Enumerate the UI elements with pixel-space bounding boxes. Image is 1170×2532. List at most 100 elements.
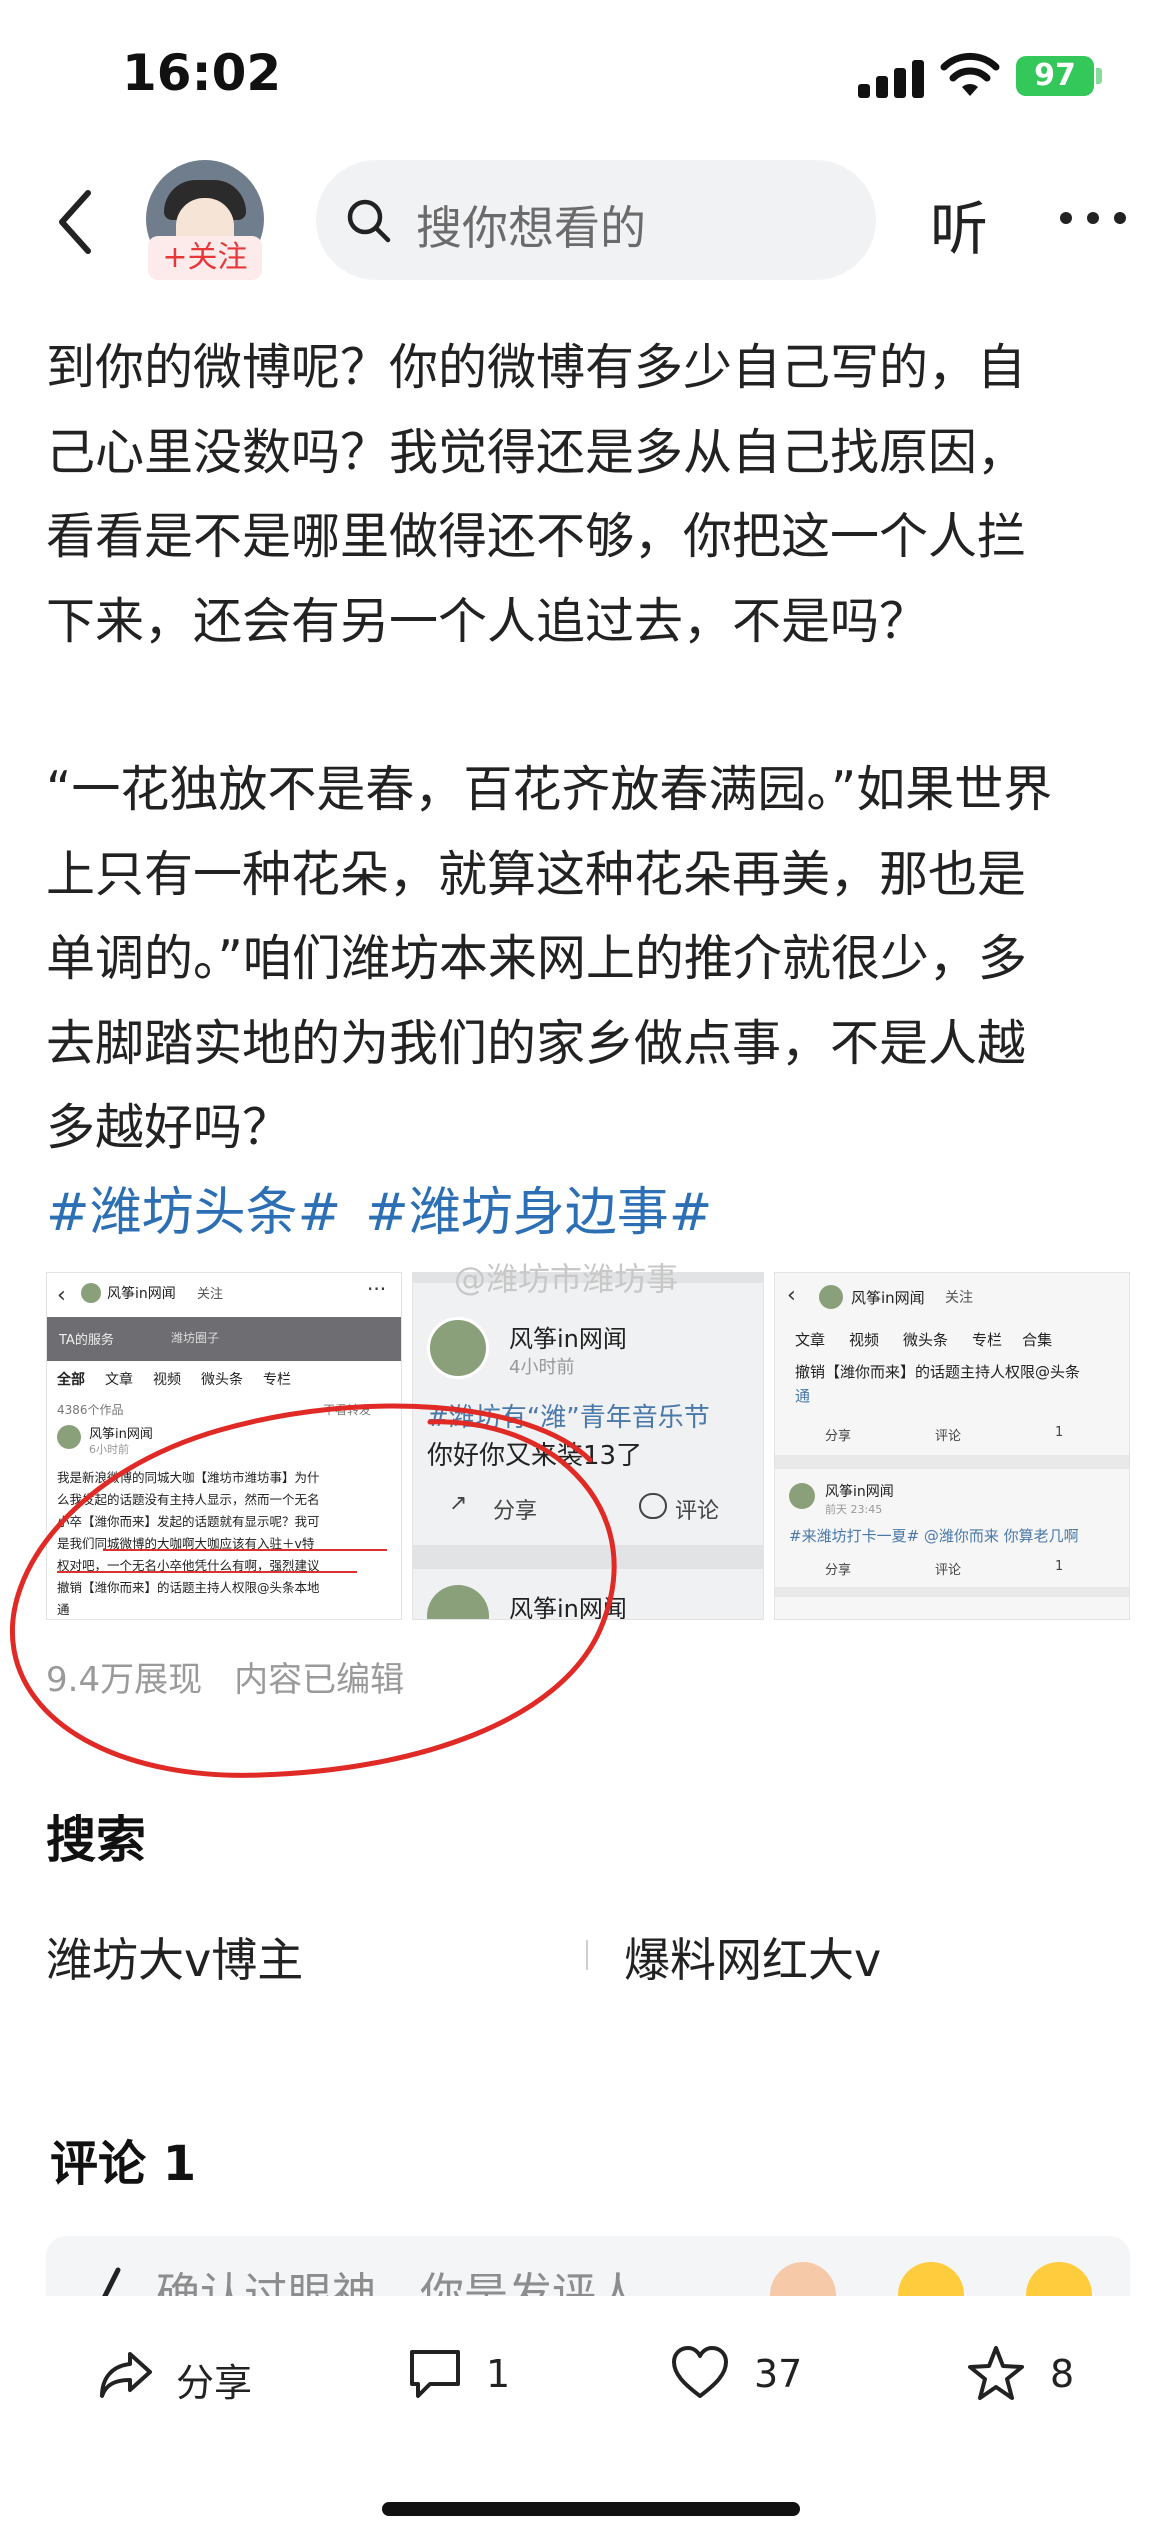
weibo-watermark: @潍坊市潍坊事 bbox=[454, 1260, 679, 1298]
attached-image-1[interactable]: ‹ 风筝in网闻 关注 ··· TA的服务 潍坊圈子 全部 文章 视频 微头条 专栏 4… bbox=[46, 1272, 402, 1620]
comment-button[interactable]: 1 bbox=[406, 2340, 536, 2410]
img3-time2: 前天 23:45 bbox=[825, 1503, 883, 1516]
search-section-title: 搜索 bbox=[46, 1811, 146, 1869]
comment-icon bbox=[410, 2350, 460, 2398]
img1-post-line: 我是新浪微博的同城大咖【潍坊市潍坊事】为什 bbox=[57, 1470, 320, 1485]
img3-share2: 分享 bbox=[825, 1563, 852, 1578]
like-button[interactable]: 37 bbox=[670, 2340, 830, 2410]
img3-share: 分享 bbox=[825, 1429, 852, 1444]
img2-comment: 评论 bbox=[675, 1499, 720, 1524]
img3-likes: 1 bbox=[1055, 1425, 1064, 1440]
thumbs-up-emoji-icon[interactable] bbox=[770, 2262, 836, 2296]
follow-button[interactable]: +关注 bbox=[148, 236, 262, 280]
paragraph-2: “一花独放不是春，百花齐放春满园。”如果世界 上只有一种花朵，就算这种花朵再美，… bbox=[46, 748, 1136, 1171]
wifi-icon bbox=[940, 52, 1000, 96]
img1-post-line: 通 bbox=[57, 1602, 70, 1617]
hashtag-link[interactable]: #潍坊身边事# bbox=[365, 1183, 712, 1243]
attached-image-3[interactable]: ‹ 风筝in网闻 关注 文章 视频 微头条 专栏 合集 撤销【潍你而来】的话题主持人权限… bbox=[774, 1272, 1130, 1620]
edited-label: 内容已编辑 bbox=[234, 1660, 405, 1700]
img1-post-line: 撤销【潍你而来】的话题主持人权限@头条本地 bbox=[57, 1580, 320, 1595]
text-line: 看看是不是哪里做得还不够，你把这一个人拦 bbox=[46, 508, 1027, 565]
img1-service: TA的服务 bbox=[59, 1333, 114, 1348]
search-input[interactable]: 搜你想看的 bbox=[316, 160, 876, 280]
img1-post-line: 权对吧，一个无名小卒他凭什么有啊，强烈建议 bbox=[57, 1558, 320, 1573]
comment-count: 1 bbox=[486, 2352, 511, 2396]
search-suggestion[interactable]: 爆料网红大v bbox=[624, 1924, 881, 1990]
bottom-action-bar: 分享 1 37 8 bbox=[0, 2296, 1170, 2532]
img1-post-author: 风筝in网闻 bbox=[89, 1427, 153, 1442]
img3-comment: 评论 bbox=[935, 1429, 962, 1444]
img1-post-line: 么我发起的话题没有主持人显示，然而一个无名 bbox=[57, 1492, 320, 1507]
img1-count: 4386个作品 bbox=[57, 1403, 124, 1417]
comment-placeholder: 确认过眼神，你是发评人 bbox=[156, 2269, 640, 2296]
img2-author2: 风筝in网闻 bbox=[509, 1595, 627, 1620]
favorite-count: 8 bbox=[1050, 2352, 1075, 2396]
back-arrow-icon[interactable] bbox=[50, 185, 100, 260]
img2-time: 4小时前 bbox=[509, 1357, 575, 1378]
post-stats: 9.4万展现 内容已编辑 bbox=[46, 1652, 436, 1701]
img2-share: 分享 bbox=[493, 1499, 538, 1524]
img2-title: #潍坊有“潍”青年音乐节 bbox=[427, 1403, 710, 1433]
share-label: 分享 bbox=[176, 2361, 253, 2405]
divider bbox=[586, 1940, 588, 1970]
text-line: 到你的微博呢？你的微博有多少自己写的，自 bbox=[46, 339, 1027, 396]
text-line: “一花独放不是春，百花齐放春满园。”如果世界 bbox=[46, 761, 1053, 818]
comments-title: 评论 1 bbox=[50, 2136, 197, 2192]
img3-tab: 专栏 bbox=[972, 1331, 1003, 1349]
home-indicator bbox=[382, 2502, 800, 2516]
img1-tab: 文章 bbox=[105, 1372, 133, 1388]
signal-icon bbox=[858, 58, 930, 98]
text-line: 上只有一种花朵，就算这种花朵再美，那也是 bbox=[46, 845, 1027, 903]
favorite-button[interactable]: 8 bbox=[966, 2340, 1106, 2410]
img3-line2: 通 bbox=[795, 1387, 811, 1405]
battery-cap bbox=[1096, 68, 1102, 84]
share-icon bbox=[100, 2352, 152, 2398]
text-line: 去脚踏实地的为我们的家乡做点事，不是人越 bbox=[46, 1014, 1027, 1072]
more-icon[interactable] bbox=[1060, 212, 1126, 226]
search-placeholder: 搜你想看的 bbox=[416, 201, 646, 255]
hashtag-link[interactable]: #潍坊头条# bbox=[46, 1183, 341, 1243]
search-suggestion[interactable]: 潍坊大v博主 bbox=[46, 1924, 303, 1990]
clipped-text-line bbox=[46, 292, 1126, 328]
battery-icon: 97 bbox=[1016, 56, 1094, 96]
article-body: 到你的微博呢？你的微博有多少自己写的，自 己心里没数吗？我觉得还是多从自己找原因… bbox=[46, 326, 1136, 1171]
listen-button[interactable]: 听 bbox=[930, 182, 988, 266]
top-nav: +关注 搜你想看的 听 bbox=[0, 150, 1170, 300]
img1-no-repost: 不看转发 bbox=[323, 1403, 372, 1417]
like-count: 37 bbox=[754, 2352, 803, 2396]
img1-follow: 关注 bbox=[197, 1287, 224, 1302]
comment-input[interactable]: 确认过眼神，你是发评人 bbox=[46, 2236, 1130, 2296]
img1-post-line: 是我们同城微博的大咖啊大咖应该有入驻＋v特 bbox=[57, 1536, 315, 1551]
attached-image-2[interactable]: 风筝in网闻 4小时前 #潍坊有“潍”青年音乐节 你好你又来装13了 ↗ 分享 … bbox=[412, 1272, 764, 1620]
img1-tab: 视频 bbox=[153, 1372, 181, 1388]
img1-circle: 潍坊圈子 bbox=[171, 1331, 220, 1345]
text-line: 下来，还会有另一个人追过去，不是吗？ bbox=[46, 592, 929, 650]
img3-author2: 风筝in网闻 bbox=[825, 1484, 894, 1500]
img3-follow: 关注 bbox=[945, 1290, 973, 1306]
status-bar: 16:02 97 bbox=[0, 0, 1170, 150]
blush-emoji-icon[interactable] bbox=[898, 2262, 964, 2296]
status-time: 16:02 bbox=[122, 44, 282, 102]
star-icon bbox=[968, 2346, 1024, 2400]
text-line: 己心里没数吗？我觉得还是多从自己找原因， bbox=[46, 423, 1027, 481]
pencil-icon bbox=[102, 2267, 121, 2296]
img1-tab: 微头条 bbox=[201, 1372, 243, 1388]
img3-post2: #来潍坊打卡一夏# @潍你而来 你算老几啊 bbox=[789, 1527, 1079, 1545]
img1-tab: 全部 bbox=[57, 1372, 85, 1388]
img3-tab: 合集 bbox=[1022, 1331, 1053, 1349]
img1-account: 风筝in网闻 bbox=[107, 1286, 176, 1302]
img3-tab: 文章 bbox=[795, 1331, 826, 1349]
img2-text: 你好你又来装13了 bbox=[427, 1441, 643, 1471]
img3-comment2: 评论 bbox=[935, 1563, 962, 1578]
battery-level: 97 bbox=[1034, 58, 1076, 93]
hashtags: #潍坊头条# #潍坊身边事# bbox=[46, 1170, 736, 1245]
img1-post-line: 小卒【潍你而来】发起的话题就有显示呢？我可 bbox=[57, 1514, 320, 1529]
share-button[interactable]: 分享 bbox=[96, 2340, 276, 2410]
paragraph-1: 到你的微博呢？你的微博有多少自己写的，自 己心里没数吗？我觉得还是多从自己找原因… bbox=[46, 326, 1136, 664]
search-icon bbox=[347, 199, 391, 243]
img3-line1: 撤销【潍你而来】的话题主持人权限@头条 bbox=[795, 1363, 1081, 1381]
view-count: 9.4万展现 bbox=[46, 1660, 203, 1700]
laugh-emoji-icon[interactable] bbox=[1026, 2262, 1092, 2296]
img3-account: 风筝in网闻 bbox=[851, 1289, 925, 1307]
text-line: 单调的。”咱们潍坊本来网上的推介就很少，多 bbox=[46, 930, 1027, 987]
